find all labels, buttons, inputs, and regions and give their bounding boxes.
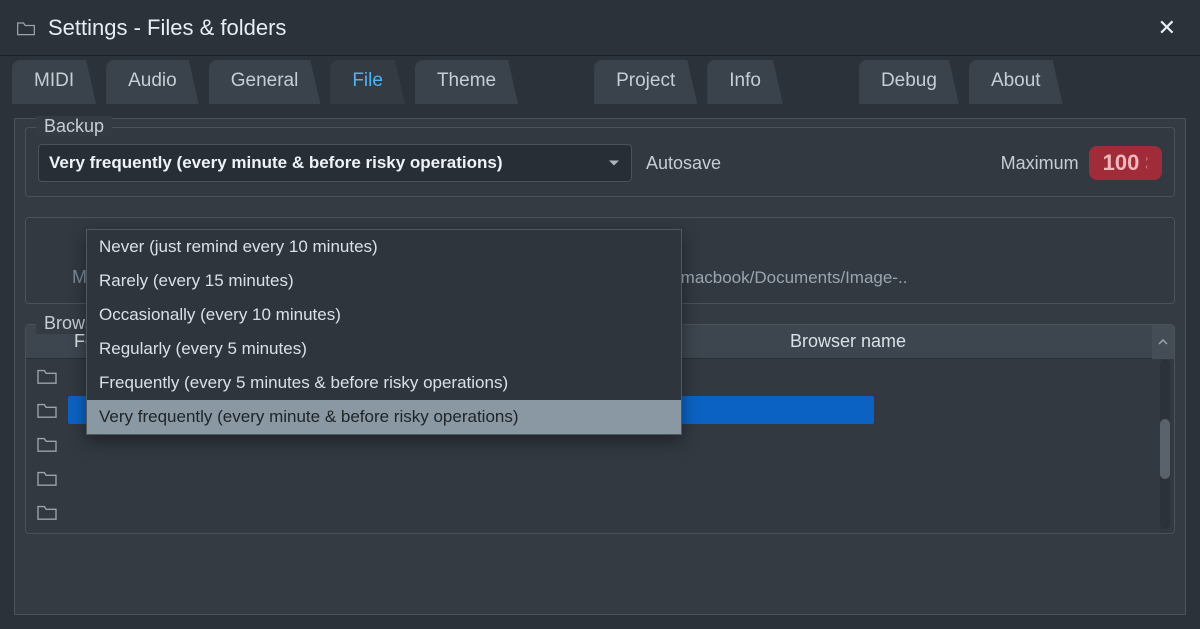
titlebar: Settings - Files & folders ✕ (0, 0, 1200, 56)
scrollbar[interactable] (1160, 359, 1170, 529)
tab-midi[interactable]: MIDI (12, 60, 96, 104)
autosave-frequency-value: Very frequently (every minute & before r… (49, 153, 502, 172)
dropdown-option[interactable]: Rarely (every 15 minutes) (87, 264, 681, 298)
dropdown-option[interactable]: Occasionally (every 10 minutes) (87, 298, 681, 332)
dropdown-option-selected[interactable]: Very frequently (every minute & before r… (87, 400, 681, 434)
tab-project[interactable]: Project (594, 60, 697, 104)
autosave-frequency-combo[interactable]: Very frequently (every minute & before r… (38, 144, 632, 182)
window-title: Settings - Files & folders (48, 15, 286, 41)
dropdown-option[interactable]: Never (just remind every 10 minutes) (87, 230, 681, 264)
scrollbar-thumb[interactable] (1160, 419, 1170, 479)
dropdown-option[interactable]: Frequently (every 5 minutes & before ris… (87, 366, 681, 400)
column-browser-name[interactable]: Browser name (790, 331, 1152, 352)
tab-info[interactable]: Info (707, 60, 783, 104)
tab-theme[interactable]: Theme (415, 60, 518, 104)
maximum-label: Maximum (1001, 153, 1079, 174)
tab-file[interactable]: File (330, 60, 405, 104)
folder-icon (36, 401, 68, 419)
tab-debug[interactable]: Debug (859, 60, 959, 104)
window-folder-icon (16, 19, 36, 37)
spinner-arrows-icon: ›‹ (1145, 155, 1148, 171)
folder-icon (36, 503, 68, 521)
folder-icon (36, 367, 68, 385)
scroll-up-icon[interactable] (1152, 325, 1174, 359)
close-icon[interactable]: ✕ (1150, 11, 1184, 45)
folder-icon (36, 469, 68, 487)
tab-general[interactable]: General (209, 60, 321, 104)
tab-about[interactable]: About (969, 60, 1063, 104)
autosave-frequency-dropdown[interactable]: Never (just remind every 10 minutes) Rar… (86, 229, 682, 435)
dropdown-option[interactable]: Regularly (every 5 minutes) (87, 332, 681, 366)
table-row[interactable] (26, 461, 1174, 495)
maximum-value: 100 (1103, 150, 1140, 176)
tab-strip: MIDI Audio General File Theme Project In… (0, 56, 1200, 104)
table-row[interactable] (26, 495, 1174, 529)
backup-section-title: Backup (36, 116, 112, 137)
autosave-label: Autosave (646, 153, 721, 174)
folder-icon (36, 435, 68, 453)
tab-audio[interactable]: Audio (106, 60, 199, 104)
maximum-spinner[interactable]: 100 ›‹ (1089, 146, 1162, 180)
backup-section: Backup Very frequently (every minute & b… (25, 127, 1175, 197)
